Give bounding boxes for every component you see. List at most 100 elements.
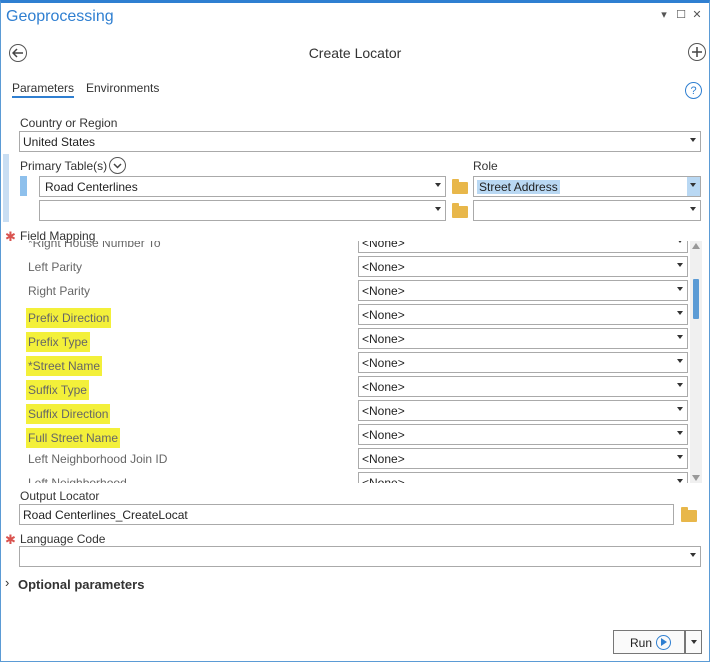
- field-mapping-value: <None>: [362, 452, 405, 466]
- scrollbar[interactable]: [690, 241, 702, 483]
- tab-parameters[interactable]: Parameters: [12, 81, 75, 98]
- field-mapping-row: *Right House Number To <None>: [20, 241, 688, 255]
- help-icon[interactable]: ?: [685, 82, 702, 99]
- field-mapping-row: Prefix Direction <None>: [20, 303, 688, 328]
- language-code-label: Language Code: [20, 532, 106, 546]
- field-mapping-dropdown[interactable]: <None>: [358, 352, 688, 373]
- run-label: Run: [630, 636, 653, 650]
- field-mapping-row-label: Prefix Direction: [26, 308, 112, 328]
- field-mapping-value: <None>: [362, 260, 405, 274]
- field-mapping-row: Prefix Type <None>: [20, 327, 688, 352]
- field-mapping-row: Suffix Type <None>: [20, 375, 688, 400]
- scroll-down-icon[interactable]: [692, 475, 700, 481]
- output-locator-label: Output Locator: [20, 489, 100, 503]
- optional-parameters-toggle[interactable]: Optional parameters: [18, 577, 144, 592]
- chevron-down-icon: [677, 455, 683, 459]
- field-mapping-row: *Street Name <None>: [20, 351, 688, 376]
- field-mapping-value: <None>: [362, 308, 405, 322]
- field-mapping-row-label: Right Parity: [28, 284, 91, 298]
- field-mapping-dropdown[interactable]: <None>: [358, 472, 688, 483]
- primary-table-label: Primary Table(s): [20, 159, 108, 173]
- field-mapping-value: <None>: [362, 241, 405, 250]
- field-mapping-list[interactable]: *Right House Number To <None> Left Parity <…: [20, 241, 702, 483]
- role-label: Role: [473, 159, 498, 173]
- chevron-down-icon: [435, 183, 441, 187]
- maximize-icon[interactable]: ☐: [675, 8, 687, 21]
- field-mapping-value: <None>: [362, 284, 405, 298]
- browse-folder-icon[interactable]: [452, 203, 468, 218]
- chevron-down-icon: [690, 553, 696, 557]
- field-mapping-value: <None>: [362, 380, 405, 394]
- chevron-down-icon: [677, 383, 683, 387]
- field-mapping-value: <None>: [362, 404, 405, 418]
- field-mapping-row: Full Street Name <None>: [20, 423, 688, 448]
- row-accent: [3, 154, 9, 222]
- field-mapping-row-label: Suffix Direction: [26, 404, 111, 424]
- country-label: Country or Region: [20, 116, 118, 130]
- row-selector[interactable]: [20, 176, 27, 196]
- chevron-right-icon[interactable]: ›: [5, 575, 9, 590]
- chevron-down-icon: [690, 183, 696, 187]
- required-icon: ✱: [5, 532, 16, 547]
- field-mapping-dropdown[interactable]: <None>: [358, 424, 688, 445]
- field-mapping-value: <None>: [362, 332, 405, 346]
- output-locator-input[interactable]: Road Centerlines_CreateLocat: [19, 504, 674, 525]
- field-mapping-dropdown[interactable]: <None>: [358, 328, 688, 349]
- scroll-up-icon[interactable]: [692, 243, 700, 249]
- field-mapping-row-label: Left Neighborhood Join ID: [28, 452, 168, 466]
- field-mapping-value: <None>: [362, 356, 405, 370]
- field-mapping-dropdown[interactable]: <None>: [358, 448, 688, 469]
- field-mapping-row: Left Neighborhood Join ID <None>: [20, 447, 688, 471]
- chevron-down-icon: [677, 287, 683, 291]
- role-dropdown-2[interactable]: [473, 200, 701, 221]
- chevron-down-icon: [690, 207, 696, 211]
- field-mapping-row-label: Left Parity: [28, 260, 83, 274]
- role-value: Street Address: [477, 180, 560, 194]
- field-mapping-dropdown[interactable]: <None>: [358, 304, 688, 325]
- field-mapping-dropdown[interactable]: <None>: [358, 376, 688, 397]
- scroll-thumb[interactable]: [693, 279, 699, 319]
- chevron-down-icon: [677, 263, 683, 267]
- field-mapping-dropdown[interactable]: <None>: [358, 400, 688, 421]
- field-mapping-value: <None>: [362, 476, 405, 483]
- primary-table-dropdown-2[interactable]: [39, 200, 446, 221]
- chevron-down-icon: [677, 431, 683, 435]
- run-options-button[interactable]: [685, 630, 702, 654]
- chevron-down-icon: [691, 640, 697, 644]
- chevron-down-icon: [677, 407, 683, 411]
- field-mapping-row-label: Prefix Type: [26, 332, 90, 352]
- chevron-down-icon: [677, 335, 683, 339]
- browse-folder-icon[interactable]: [681, 507, 697, 522]
- close-icon[interactable]: ✕: [691, 8, 703, 21]
- field-mapping-row-label: *Right House Number To: [28, 241, 161, 250]
- chevron-down-icon: [690, 138, 696, 142]
- chevron-down-icon: [677, 479, 683, 483]
- output-locator-value: Road Centerlines_CreateLocat: [23, 508, 188, 522]
- tab-environments[interactable]: Environments: [86, 81, 159, 95]
- country-dropdown[interactable]: United States: [19, 131, 701, 152]
- field-mapping-dropdown[interactable]: <None>: [358, 256, 688, 277]
- role-dropdown-1[interactable]: Street Address: [473, 176, 701, 197]
- required-icon: ✱: [5, 229, 16, 244]
- field-mapping-dropdown[interactable]: <None>: [358, 280, 688, 301]
- chevron-down-icon: [677, 311, 683, 315]
- field-mapping-row: Left Parity <None>: [20, 255, 688, 279]
- pane-title: Geoprocessing: [6, 8, 114, 25]
- field-mapping-row: Right Parity <None>: [20, 279, 688, 303]
- primary-table-dropdown-1[interactable]: Road Centerlines: [39, 176, 446, 197]
- field-mapping-dropdown[interactable]: <None>: [358, 241, 688, 253]
- run-button[interactable]: Run: [613, 630, 685, 654]
- browse-folder-icon[interactable]: [452, 179, 468, 194]
- language-code-dropdown[interactable]: [19, 546, 701, 567]
- country-value: United States: [23, 135, 96, 149]
- field-mapping-row-label: Suffix Type: [26, 380, 89, 400]
- plus-icon[interactable]: [688, 43, 706, 61]
- chevron-down-icon: [435, 207, 441, 211]
- pane-options-chevron-icon[interactable]: ▾: [658, 8, 670, 21]
- expand-chevron-icon[interactable]: [109, 157, 126, 174]
- chevron-down-icon: [677, 241, 683, 243]
- field-mapping-row-label: Left Neighborhood: [28, 476, 127, 483]
- primary-table-value: Road Centerlines: [45, 180, 138, 194]
- chevron-down-icon: [677, 359, 683, 363]
- field-mapping-row-label: Full Street Name: [26, 428, 121, 448]
